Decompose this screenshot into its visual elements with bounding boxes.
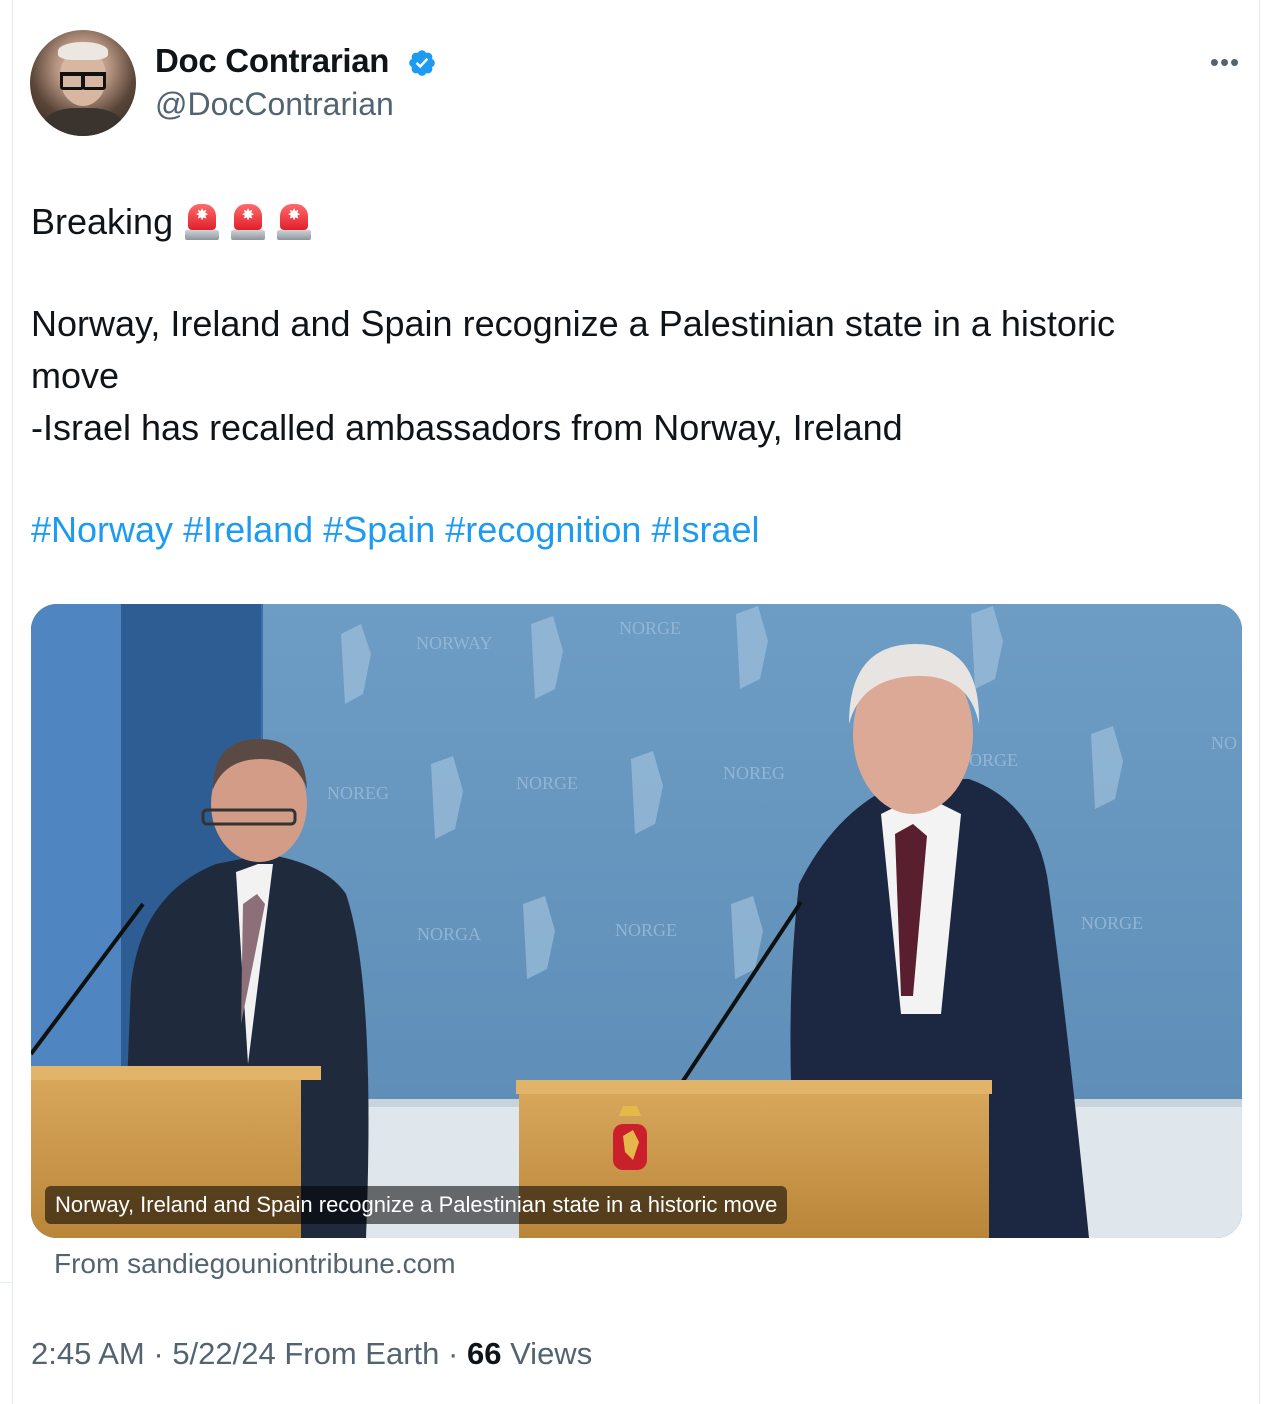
- press-conference-photo: NORWAY NORGE NOREG NORGE NOREG NORGE NOR…: [31, 604, 1242, 1238]
- separator-dot: ·: [439, 1336, 467, 1371]
- separator-dot: ·: [144, 1336, 173, 1371]
- hashtag-link[interactable]: #Spain: [323, 509, 435, 550]
- backdrop-text: NOREG: [723, 763, 785, 783]
- backdrop-text: NORGE: [619, 618, 681, 638]
- hashtag-link[interactable]: #Ireland: [183, 509, 313, 550]
- hashtag-link[interactable]: #Norway: [31, 509, 173, 550]
- post-body: Norway, Ireland and Spain recognize a Pa…: [31, 298, 1231, 454]
- siren-icon: ✸: [277, 204, 312, 240]
- backdrop-text: NORGA: [417, 924, 481, 944]
- post-meta: 2:45 AM · 5/22/24 From Earth · 66 Views: [31, 1336, 592, 1372]
- link-source[interactable]: From sandiegouniontribune.com: [54, 1248, 456, 1280]
- backdrop-text: NORGE: [1081, 913, 1143, 933]
- divider: [0, 1282, 12, 1283]
- more-dots-icon[interactable]: •••: [1207, 49, 1243, 75]
- breaking-label: Breaking: [31, 201, 174, 242]
- post-line: move: [31, 355, 120, 396]
- post-date[interactable]: 5/22/24: [172, 1336, 275, 1371]
- author-name[interactable]: Doc Contrarian: [155, 42, 389, 80]
- backdrop-text: NOREG: [327, 783, 389, 803]
- backdrop-text: NO: [1211, 733, 1237, 753]
- post-breaking-line: Breaking ✸ ✸ ✸: [31, 196, 312, 248]
- avatar[interactable]: [30, 30, 136, 136]
- hashtag-list: #Norway #Ireland #Spain #recognition #Israel: [31, 504, 769, 556]
- views-label: Views: [501, 1336, 593, 1371]
- author-handle[interactable]: @DocContrarian: [155, 86, 394, 123]
- post-line: Norway, Ireland and Spain recognize a Pa…: [31, 303, 1115, 344]
- link-card-caption: Norway, Ireland and Spain recognize a Pa…: [45, 1186, 788, 1224]
- views-count: 66: [466, 1336, 502, 1371]
- hashtag-link[interactable]: #recognition: [445, 509, 641, 550]
- post-location: From Earth: [275, 1336, 440, 1371]
- verified-badge-icon: [409, 50, 435, 76]
- siren-icon: ✸: [231, 204, 266, 240]
- link-card-image[interactable]: NORWAY NORGE NOREG NORGE NOREG NORGE NOR…: [31, 604, 1242, 1238]
- hashtag-link[interactable]: #Israel: [651, 509, 759, 550]
- backdrop-text: NORGE: [615, 920, 677, 940]
- siren-icon: ✸: [185, 204, 220, 240]
- post-time[interactable]: 2:45 AM: [31, 1336, 145, 1371]
- backdrop-text: NORWAY: [416, 633, 492, 653]
- post-line: -Israel has recalled ambassadors from No…: [31, 407, 903, 448]
- backdrop-text: NORGE: [516, 773, 578, 793]
